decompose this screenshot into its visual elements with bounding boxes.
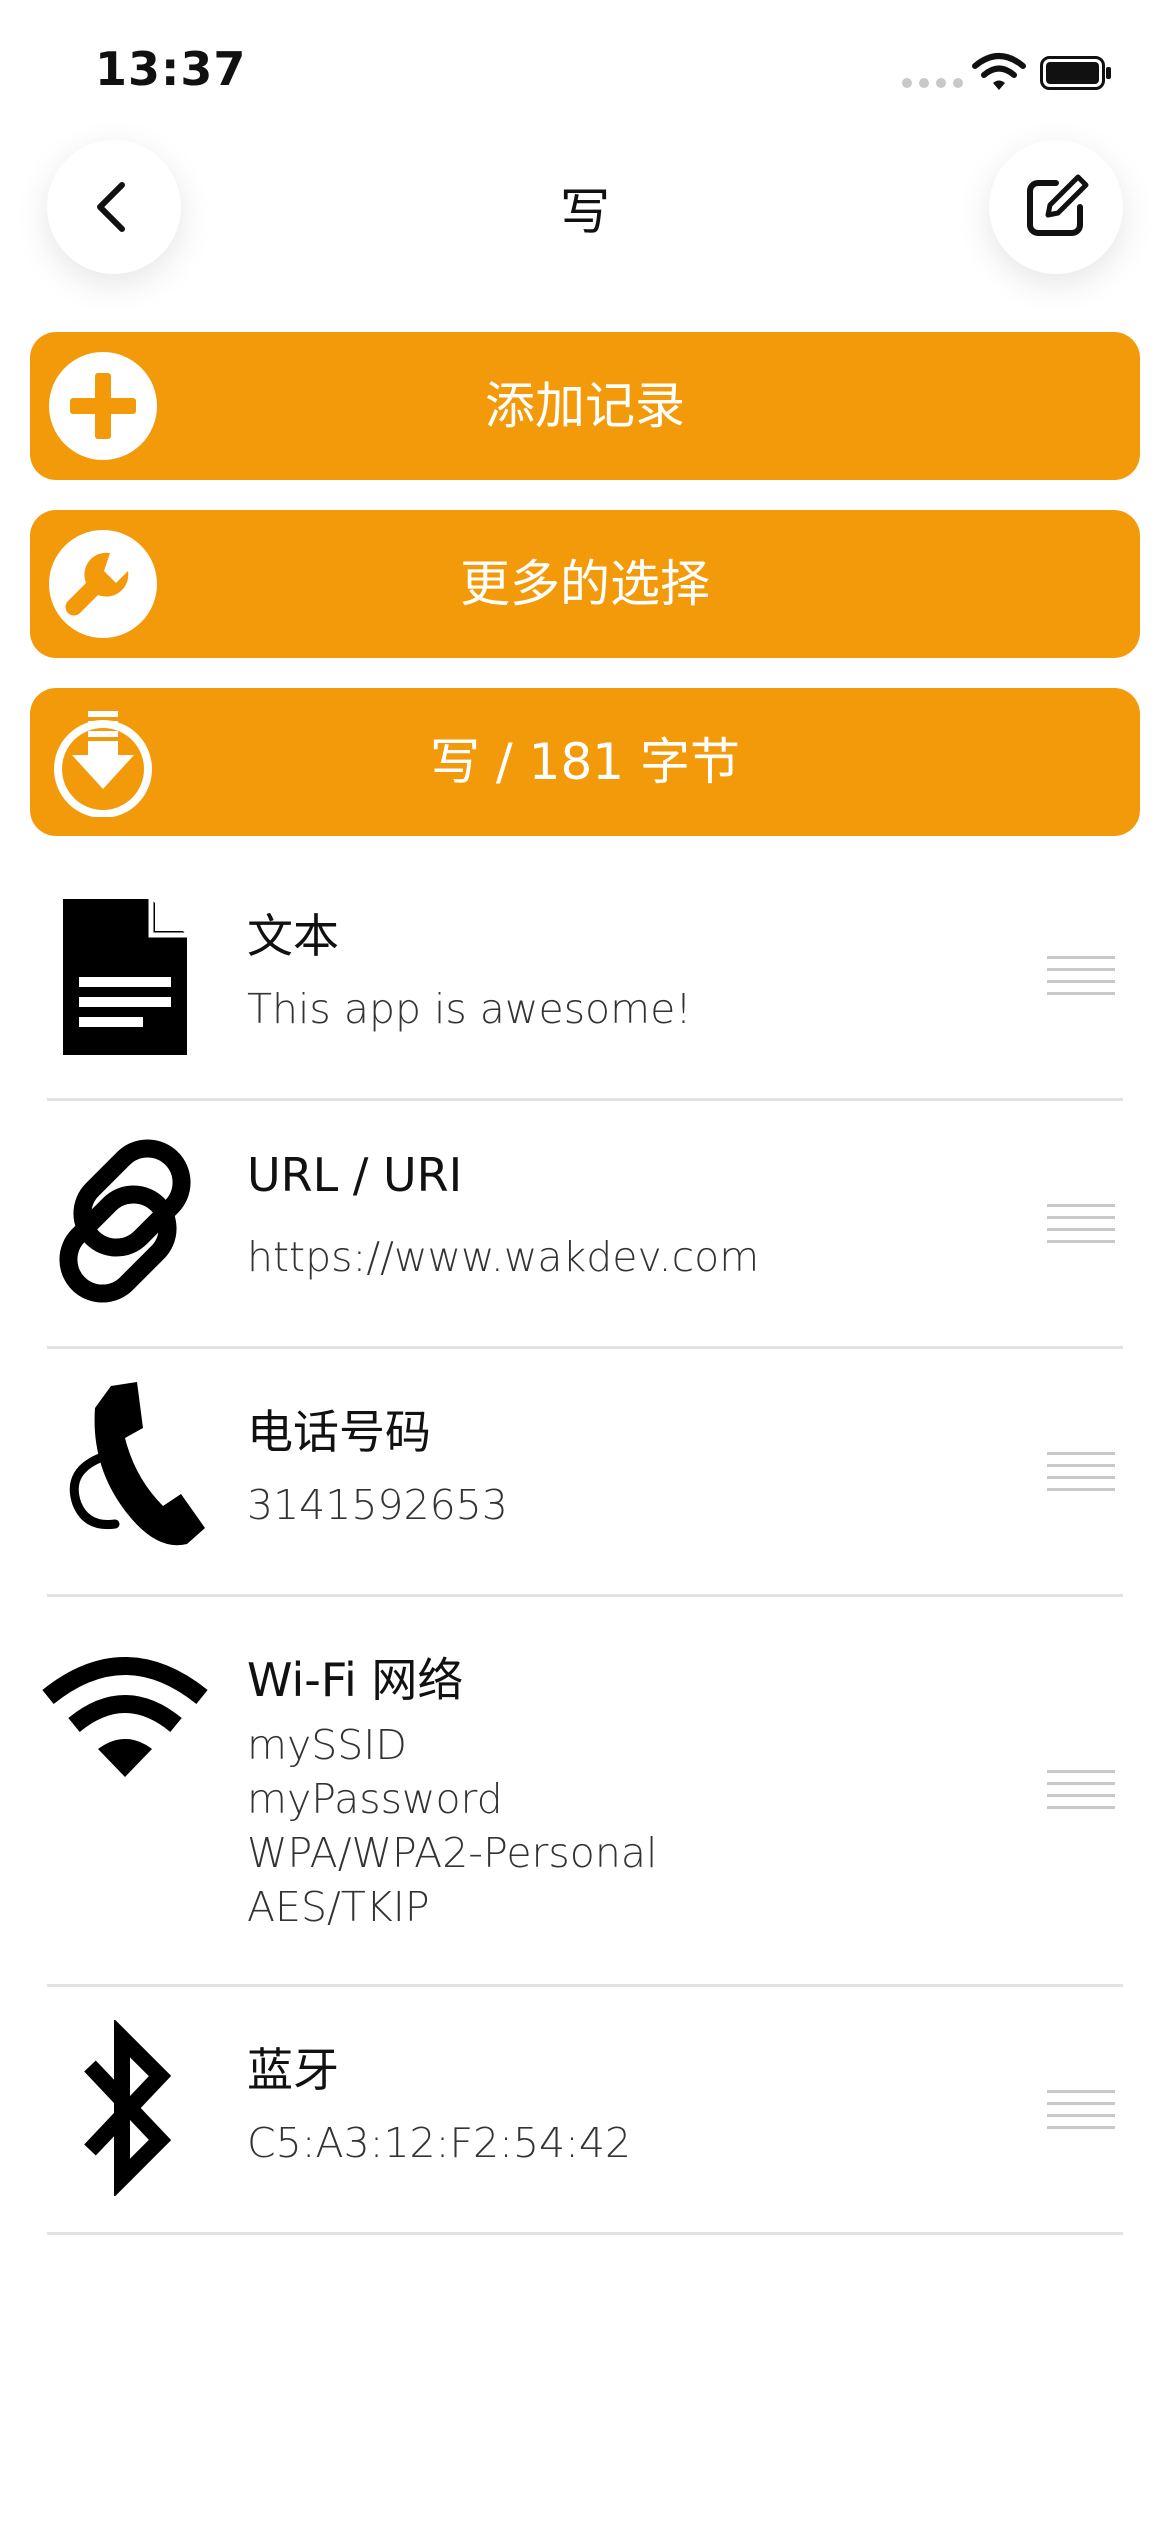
bluetooth-icon bbox=[40, 2020, 210, 2196]
drag-handle-icon[interactable] bbox=[1047, 1770, 1115, 1810]
record-text[interactable]: 文本 This app is awesome! bbox=[0, 880, 1170, 1098]
divider bbox=[47, 1346, 1123, 1349]
write-screen: 13:37 写 添加记录 更多的选择 写 / 181 字节 文本 This ap… bbox=[0, 0, 1170, 2532]
more-options-label: 更多的选择 bbox=[460, 555, 710, 613]
chevron-left-icon bbox=[97, 182, 125, 232]
record-type-label: 蓝牙 bbox=[247, 2043, 339, 2097]
record-phone[interactable]: 电话号码 3141592653 bbox=[0, 1376, 1170, 1594]
wifi-status-icon bbox=[972, 53, 1026, 90]
write-tag-button[interactable]: 写 / 181 字节 bbox=[30, 688, 1140, 836]
record-wifi[interactable]: Wi-Fi 网络 mySSID myPassword WPA/WPA2-Pers… bbox=[0, 1624, 1170, 1984]
battery-icon bbox=[1040, 56, 1111, 90]
record-value: https://www.wakdev.com bbox=[247, 1230, 759, 1284]
drag-handle-icon[interactable] bbox=[1047, 1452, 1115, 1492]
edit-button[interactable] bbox=[989, 140, 1123, 274]
record-bluetooth[interactable]: 蓝牙 C5:A3:12:F2:54:42 bbox=[0, 2014, 1170, 2232]
back-button[interactable] bbox=[47, 140, 181, 274]
status-time: 13:37 bbox=[95, 42, 247, 96]
link-icon bbox=[40, 1136, 210, 1306]
record-url[interactable]: URL / URI https://www.wakdev.com bbox=[0, 1128, 1170, 1346]
drag-handle-icon[interactable] bbox=[1047, 2090, 1115, 2130]
document-icon bbox=[40, 892, 210, 1062]
record-value-line: mySSID bbox=[247, 1721, 407, 1769]
write-tag-label: 写 / 181 字节 bbox=[430, 733, 740, 791]
divider bbox=[47, 2232, 1123, 2235]
record-value-line: 3141592653 bbox=[247, 1481, 508, 1529]
drag-handle-icon[interactable] bbox=[1047, 1204, 1115, 1244]
record-value-line: WPA/WPA2-Personal bbox=[247, 1829, 658, 1877]
record-type-label: URL / URI bbox=[247, 1148, 463, 1202]
record-value-line: myPassword bbox=[247, 1775, 503, 1823]
record-type-label: 文本 bbox=[247, 909, 339, 963]
add-record-button[interactable]: 添加记录 bbox=[30, 332, 1140, 480]
drag-handle-icon[interactable] bbox=[1047, 956, 1115, 996]
add-record-label: 添加记录 bbox=[485, 377, 685, 435]
divider bbox=[47, 1984, 1123, 1987]
status-bar: 13:37 bbox=[0, 0, 1170, 140]
record-value-line: This app is awesome! bbox=[247, 985, 692, 1033]
record-type-label: 电话号码 bbox=[247, 1405, 431, 1459]
page-title: 写 bbox=[560, 183, 610, 241]
record-value: This app is awesome! bbox=[247, 982, 692, 1036]
record-value: 3141592653 bbox=[247, 1478, 508, 1532]
record-type-label: Wi-Fi 网络 bbox=[247, 1653, 464, 1707]
more-options-button[interactable]: 更多的选择 bbox=[30, 510, 1140, 658]
phone-icon bbox=[40, 1378, 210, 1554]
divider bbox=[47, 1098, 1123, 1101]
cellular-signal-icon bbox=[902, 78, 963, 88]
record-value-line: AES/TKIP bbox=[247, 1883, 430, 1931]
record-value: C5:A3:12:F2:54:42 bbox=[247, 2116, 631, 2170]
record-value-line: C5:A3:12:F2:54:42 bbox=[247, 2119, 632, 2167]
wifi-icon bbox=[40, 1654, 210, 1784]
compose-icon bbox=[1027, 174, 1089, 236]
record-value-line: https://www.wakdev.com bbox=[247, 1233, 760, 1281]
record-value: mySSID myPassword WPA/WPA2-Personal AES/… bbox=[247, 1718, 657, 1934]
divider bbox=[47, 1594, 1123, 1597]
